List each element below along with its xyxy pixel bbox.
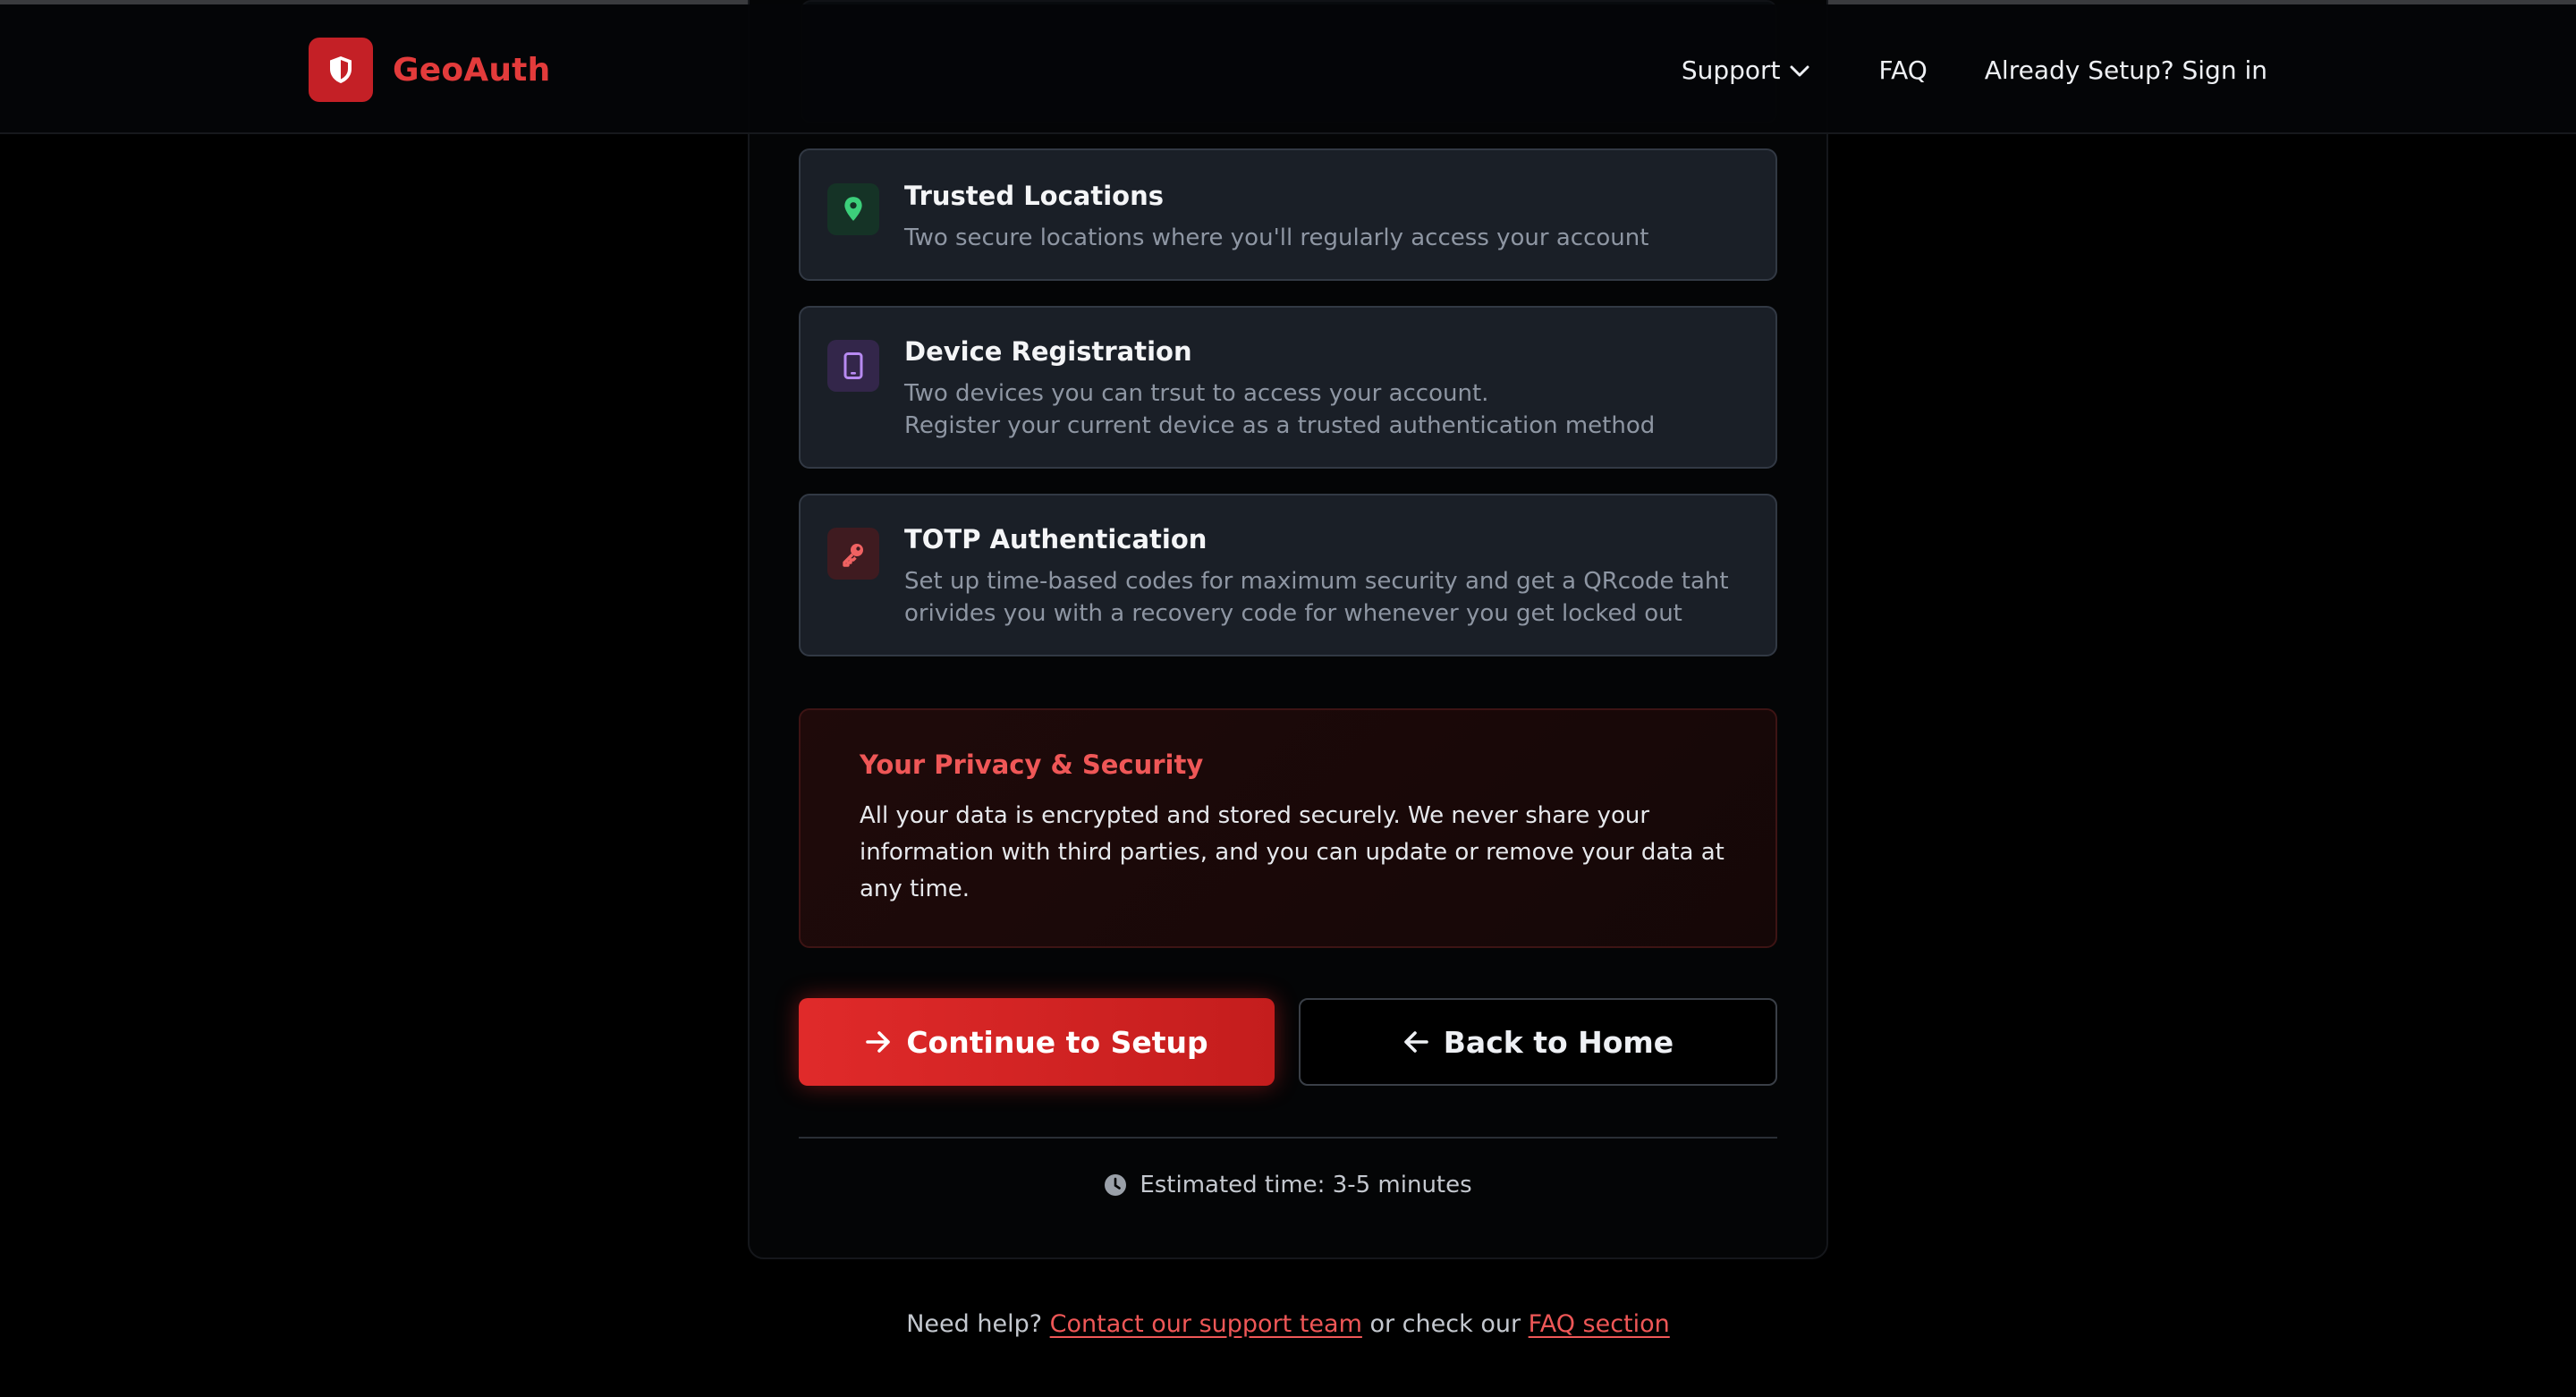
key-icon: [827, 528, 879, 580]
feature-title: Device Registration: [904, 336, 1192, 367]
feature-description-line-1: Set up time-based codes for maximum secu…: [904, 568, 1729, 595]
help-middle: or check our: [1369, 1310, 1521, 1338]
feature-description-line-2: orivides you with a recovery code for wh…: [904, 600, 1682, 627]
feature-description: Two secure locations where you'll regula…: [904, 224, 1649, 251]
help-text: Need help? Contact our support team or c…: [0, 1310, 2576, 1338]
totp-authentication-item: TOTP Authentication Set up time-based co…: [799, 494, 1777, 656]
shield-icon: [309, 38, 373, 102]
divider: [799, 1137, 1777, 1139]
arrow-left-icon: [1403, 1031, 1428, 1053]
nav-support-label: Support: [1681, 55, 1781, 85]
main-nav: Support FAQ Already Setup? Sign in: [1682, 38, 2267, 102]
back-to-home-button[interactable]: Back to Home: [1299, 998, 1777, 1086]
continue-label: Continue to Setup: [906, 1024, 1208, 1060]
nav-sign-in[interactable]: Already Setup? Sign in: [1985, 55, 2267, 85]
clock-icon: [1105, 1174, 1127, 1196]
estimated-time-text: Estimated time: 3-5 minutes: [1140, 1172, 1472, 1198]
feature-description-line-2: Register your current device as a truste…: [904, 412, 1656, 439]
feature-description-line-1: Two devices you can trsut to access your…: [904, 380, 1489, 407]
logo[interactable]: GeoAuth: [309, 38, 550, 102]
smartphone-icon: [827, 340, 879, 392]
feature-title: TOTP Authentication: [904, 524, 1208, 555]
nav-faq[interactable]: FAQ: [1879, 55, 1928, 85]
estimated-time: Estimated time: 3-5 minutes: [0, 1172, 2576, 1198]
faq-section-link[interactable]: FAQ section: [1529, 1310, 1670, 1338]
trusted-locations-item: Trusted Locations Two secure locations w…: [799, 148, 1777, 281]
brand-name: GeoAuth: [393, 51, 551, 89]
privacy-notice: Your Privacy & Security All your data is…: [799, 708, 1777, 948]
continue-to-setup-button[interactable]: Continue to Setup: [799, 998, 1275, 1086]
device-registration-item: Device Registration Two devices you can …: [799, 306, 1777, 469]
nav-support[interactable]: Support: [1682, 55, 1809, 85]
privacy-title: Your Privacy & Security: [860, 749, 1204, 780]
arrow-right-icon: [866, 1031, 891, 1053]
help-prefix: Need help?: [906, 1310, 1043, 1338]
feature-title: Trusted Locations: [904, 181, 1164, 211]
chevron-down-icon: [1790, 65, 1809, 77]
back-label: Back to Home: [1443, 1024, 1674, 1060]
site-header: GeoAuth Support FAQ Already Setup? Sign …: [0, 4, 2576, 134]
map-pin-icon: [827, 183, 879, 235]
page: Trusted Locations Two secure locations w…: [0, 0, 2576, 1397]
privacy-text: All your data is encrypted and stored se…: [860, 802, 1724, 902]
contact-support-link[interactable]: Contact our support team: [1050, 1310, 1362, 1338]
